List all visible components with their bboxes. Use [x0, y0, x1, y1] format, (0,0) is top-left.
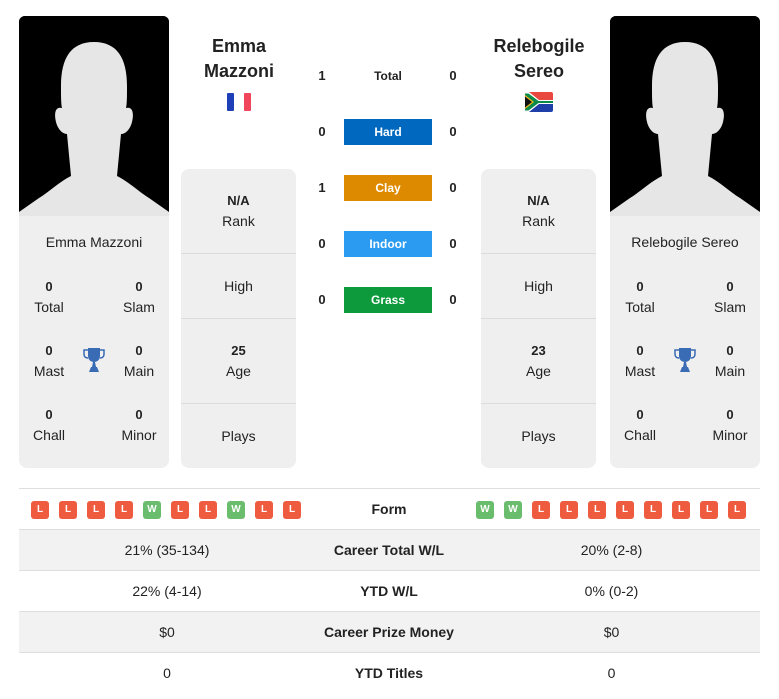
titles-main: 0 Main: [714, 343, 746, 379]
row-label: YTD Titles: [354, 665, 424, 681]
rank-cell: N/A Rank: [522, 193, 555, 229]
comparison-table: LLLLWLLWLL Form WWLLLLLLLL 21% (35-134) …: [19, 488, 760, 693]
player-name[interactable]: Relebogile Sereo: [610, 234, 760, 250]
info-card-left: N/A Rank High 25 Age Plays: [181, 169, 296, 468]
titles-mast: 0 Mast: [624, 343, 656, 379]
high-rank-cell: High: [181, 253, 296, 318]
plays-cell: Plays: [181, 403, 296, 468]
surface-badge-grass[interactable]: Grass: [344, 287, 432, 313]
table-row: $0 Career Prize Money $0: [19, 611, 760, 652]
form-label: Form: [371, 501, 407, 517]
titles-slam: 0 Slam: [123, 279, 155, 315]
left-value: 22% (4-14): [132, 583, 202, 599]
form-badge-loss[interactable]: L: [199, 501, 217, 519]
titles-card-right: Relebogile Sereo 0 Total 0 Slam 0 Mast 0…: [610, 216, 760, 468]
form-badge-loss[interactable]: L: [171, 501, 189, 519]
surface-badge-clay[interactable]: Clay: [344, 175, 432, 201]
h2h-left-value: 1: [318, 180, 326, 195]
h2h-left-value: 0: [318, 236, 326, 251]
h2h-right-value: 0: [449, 124, 457, 139]
form-badge-loss[interactable]: L: [532, 501, 550, 519]
form-badge-loss[interactable]: L: [616, 501, 634, 519]
form-row: LLLLWLLWLL Form WWLLLLLLLL: [19, 488, 760, 529]
form-badge-loss[interactable]: L: [700, 501, 718, 519]
form-badge-loss[interactable]: L: [672, 501, 690, 519]
player-photo-left: [19, 16, 169, 216]
form-badge-win[interactable]: W: [143, 501, 161, 519]
form-badge-loss[interactable]: L: [560, 501, 578, 519]
titles-mast: 0 Mast: [33, 343, 65, 379]
form-badge-loss[interactable]: L: [31, 501, 49, 519]
titles-minor: 0 Minor: [712, 407, 748, 443]
table-row: 22% (4-14) YTD W/L 0% (0-2): [19, 570, 760, 611]
h2h-row-clay: 1 Clay 0: [300, 175, 480, 201]
form-list-right: WWLLLLLLLL: [476, 501, 746, 519]
surface-badge-total[interactable]: Total: [344, 63, 432, 89]
form-badge-loss[interactable]: L: [644, 501, 662, 519]
form-badge-loss[interactable]: L: [283, 501, 301, 519]
titles-main: 0 Main: [123, 343, 155, 379]
age-cell: 23 Age: [481, 318, 596, 403]
titles-card-left: Emma Mazzoni 0 Total 0 Slam 0 Mast 0 Mai…: [19, 216, 169, 468]
right-value: 0% (0-2): [584, 583, 639, 599]
form-badge-loss[interactable]: L: [115, 501, 133, 519]
h2h-row-indoor: 0 Indoor 0: [300, 231, 480, 257]
player-title-left[interactable]: Emma Mazzoni: [174, 34, 304, 84]
row-label: Career Prize Money: [324, 624, 454, 640]
right-value: 0: [607, 665, 616, 681]
titles-slam: 0 Slam: [714, 279, 746, 315]
h2h-row-total: 1 Total 0: [300, 63, 480, 89]
form-badge-win[interactable]: W: [504, 501, 522, 519]
south-africa-flag-icon: [525, 92, 553, 112]
player-photo-right: [610, 16, 760, 216]
h2h-right-value: 0: [449, 292, 457, 307]
row-label: Career Total W/L: [333, 542, 445, 558]
row-label: YTD W/L: [360, 583, 418, 599]
h2h-right-value: 0: [449, 236, 457, 251]
form-list-left: LLLLWLLWLL: [31, 501, 301, 519]
player-name[interactable]: Emma Mazzoni: [19, 234, 169, 250]
form-badge-loss[interactable]: L: [87, 501, 105, 519]
left-value: 21% (35-134): [124, 542, 210, 558]
left-value: 0: [163, 665, 171, 681]
trophy-icon: [83, 348, 105, 372]
titles-total: 0 Total: [625, 279, 655, 315]
right-value: $0: [603, 624, 620, 640]
silhouette-icon: [610, 16, 760, 216]
plays-cell: Plays: [481, 403, 596, 468]
left-value: $0: [159, 624, 175, 640]
silhouette-icon: [19, 16, 169, 216]
table-row: 21% (35-134) Career Total W/L 20% (2-8): [19, 529, 760, 570]
form-badge-loss[interactable]: L: [728, 501, 746, 519]
h2h-right-value: 0: [449, 68, 457, 83]
surface-badge-indoor[interactable]: Indoor: [344, 231, 432, 257]
right-value: 20% (2-8): [580, 542, 643, 558]
form-badge-loss[interactable]: L: [59, 501, 77, 519]
surface-badge-hard[interactable]: Hard: [344, 119, 432, 145]
france-flag-icon: [225, 92, 253, 112]
age-cell: 25 Age: [181, 318, 296, 403]
form-badge-loss[interactable]: L: [255, 501, 273, 519]
h2h-left-value: 0: [318, 124, 326, 139]
h2h-right-value: 0: [449, 180, 457, 195]
info-card-right: N/A Rank High 23 Age Plays: [481, 169, 596, 468]
table-row: 0 YTD Titles 0: [19, 652, 760, 693]
h2h-left-value: 1: [318, 68, 326, 83]
titles-total: 0 Total: [34, 279, 64, 315]
h2h-row-hard: 0 Hard 0: [300, 119, 480, 145]
trophy-icon: [674, 348, 696, 372]
titles-minor: 0 Minor: [121, 407, 157, 443]
form-badge-loss[interactable]: L: [588, 501, 606, 519]
titles-chall: 0 Chall: [624, 407, 656, 443]
form-badge-win[interactable]: W: [227, 501, 245, 519]
h2h-left-value: 0: [318, 292, 326, 307]
titles-chall: 0 Chall: [33, 407, 65, 443]
h2h-row-grass: 0 Grass 0: [300, 287, 480, 313]
player-title-right[interactable]: Relebogile Sereo: [474, 34, 604, 84]
high-rank-cell: High: [481, 253, 596, 318]
form-badge-win[interactable]: W: [476, 501, 494, 519]
rank-cell: N/A Rank: [222, 193, 255, 229]
